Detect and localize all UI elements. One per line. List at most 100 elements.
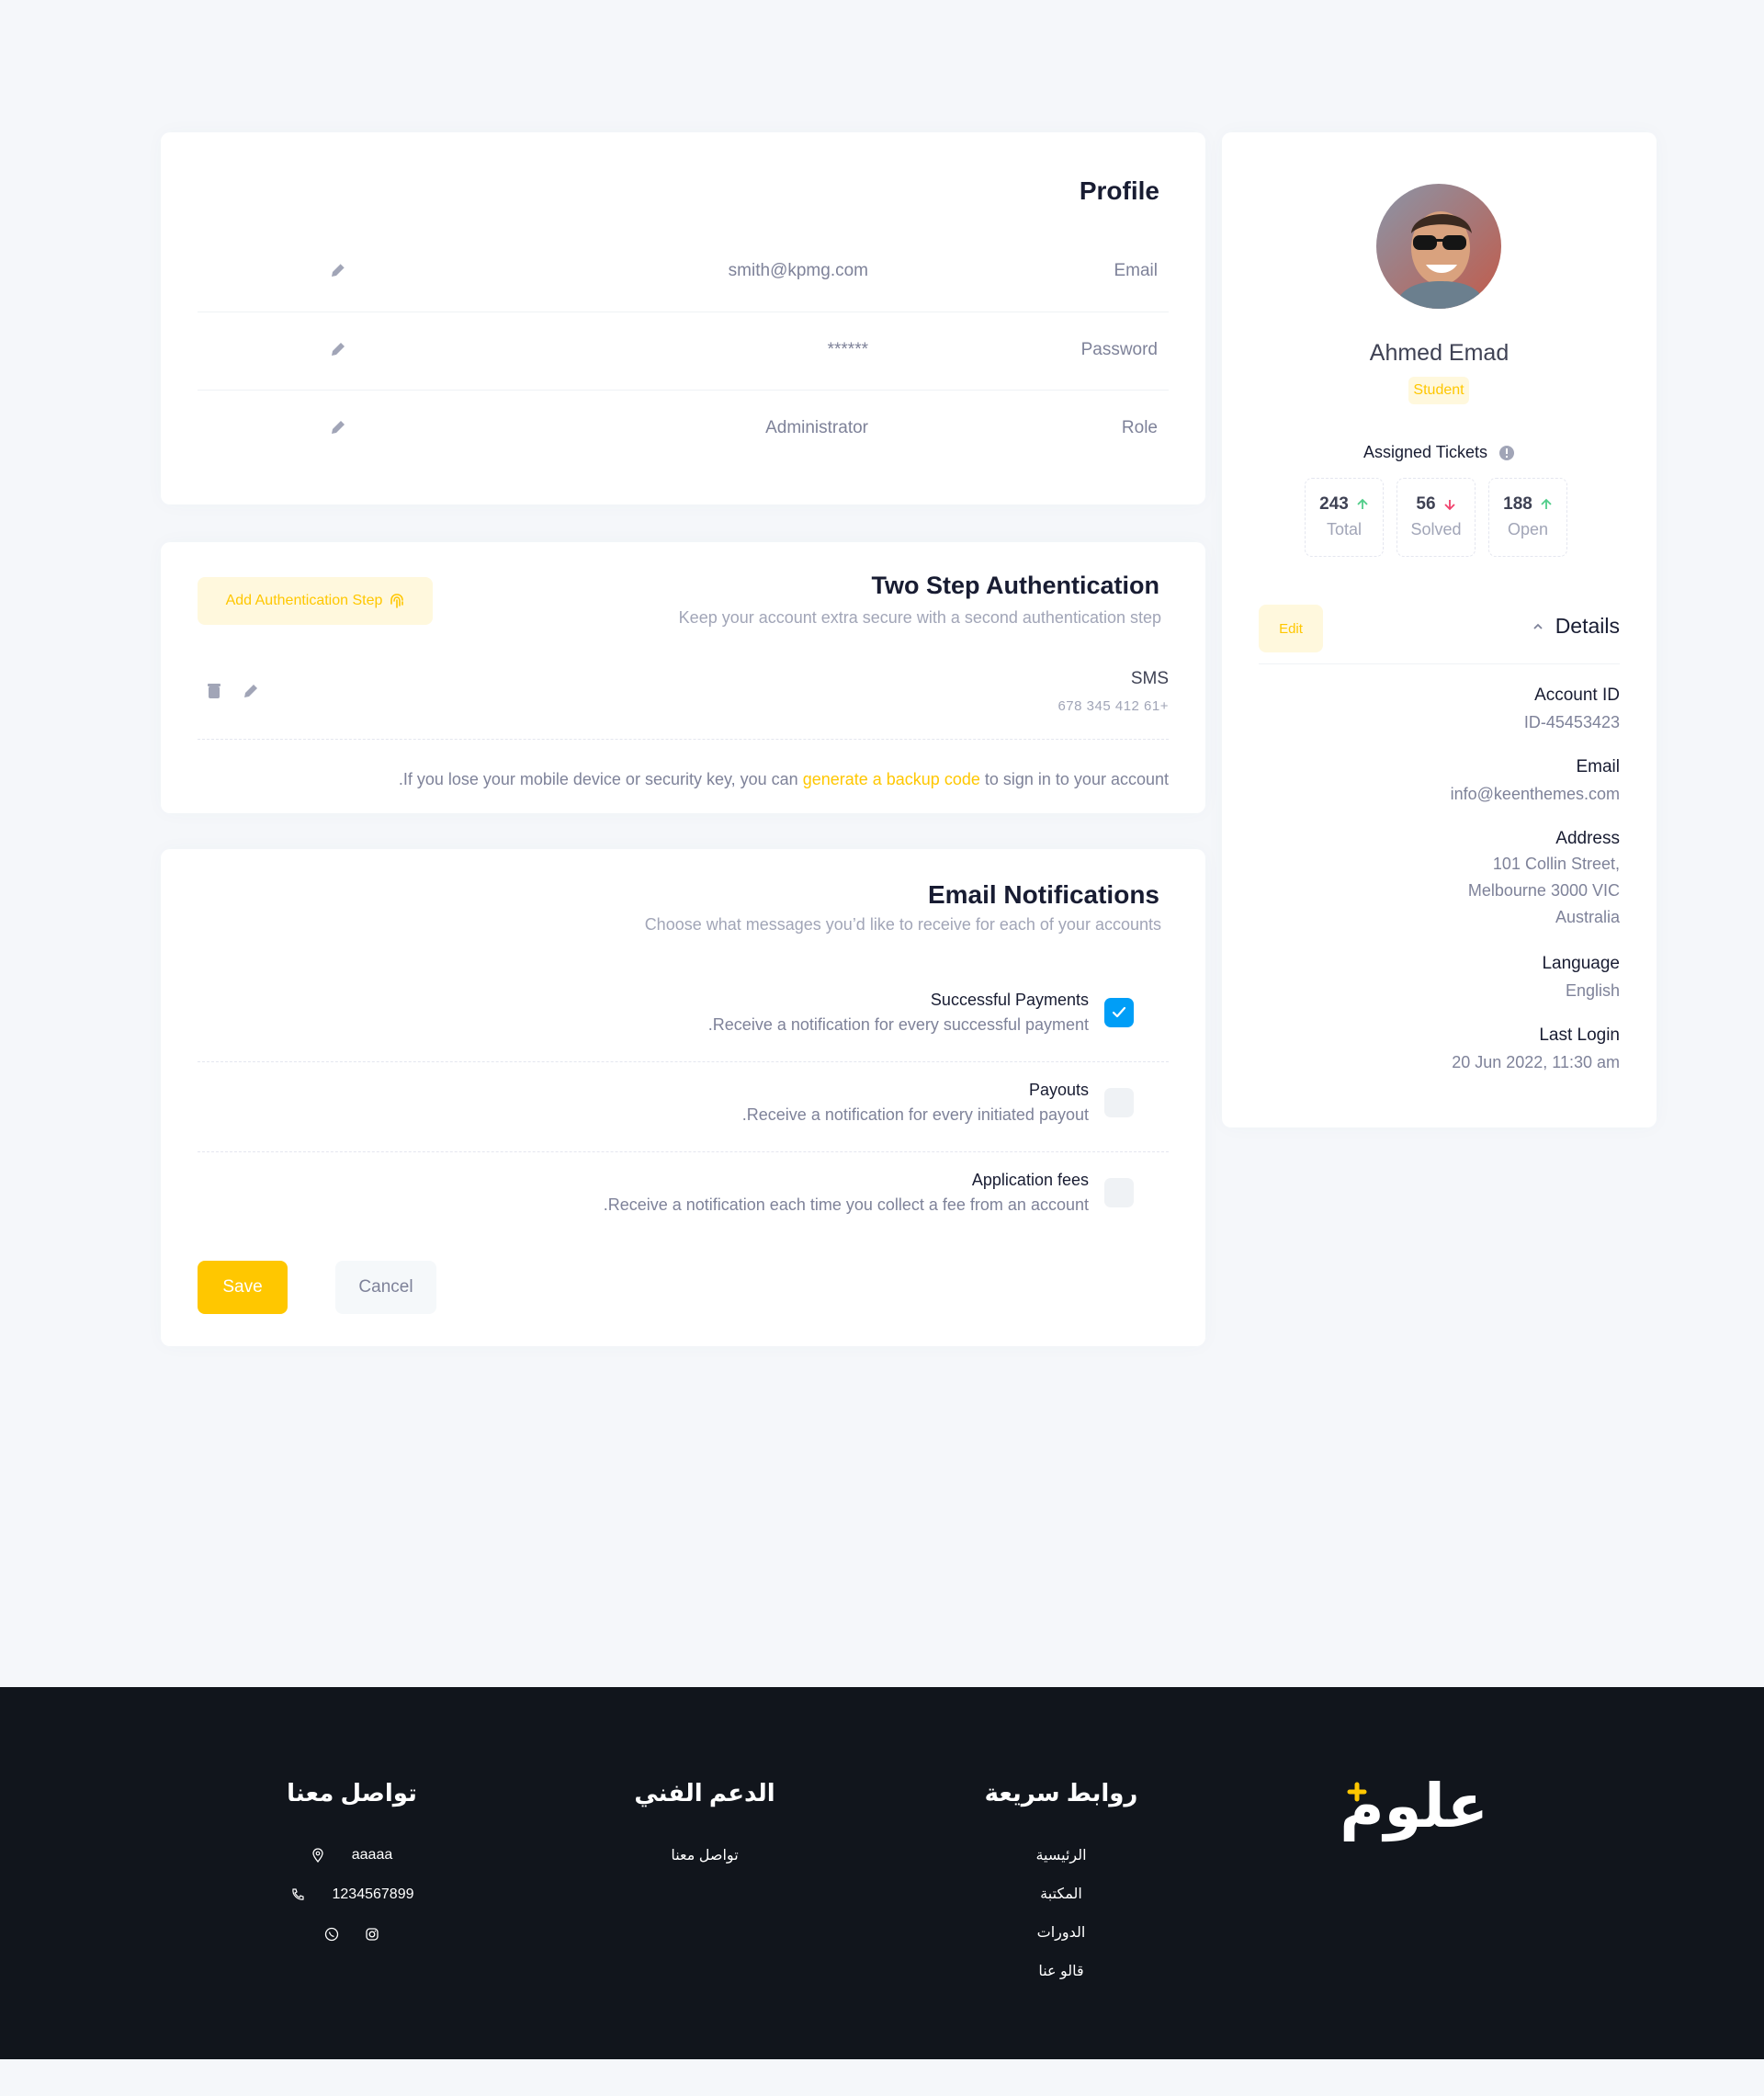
detail-language: Language English [1542,954,1620,1004]
footer-link-courses[interactable]: الدورات [974,1914,1148,1953]
profile-row-role: Role Administrator [198,390,1169,468]
contact-address-text: aaaaa [351,1847,393,1863]
stat-solved-label: Solved [1410,520,1462,538]
check-icon [1112,1006,1126,1018]
avatar [1376,184,1501,309]
profile-password-value: ****** [827,340,868,359]
profile-role-value: Administrator [765,418,868,437]
contact-phone-text: 1234567899 [332,1886,414,1902]
detail-account-id: Account ID ID-45453423 [1524,685,1620,736]
backup-code-note: .If you lose your mobile device or secur… [399,770,1169,789]
address-line: Melbourne 3000 VIC [1467,881,1620,900]
footer-link-testimonials[interactable]: قالو عنا [974,1953,1148,1991]
sms-phone: 678 345 412 61+ [1057,698,1169,714]
profile-row-password: Password ****** [198,312,1169,390]
arrow-up-icon [1541,498,1552,509]
stat-total: 243 Total [1305,478,1384,557]
detail-label: Address [1555,829,1620,848]
role-badge: Student [1408,377,1469,404]
ticket-stats: 243 Total 56 Solved 188 Open [1305,478,1567,557]
phone-icon [291,1887,304,1900]
stat-total-label: Total [1326,520,1363,538]
pencil-icon[interactable] [329,261,347,279]
site-logo[interactable]: علوم [1337,1770,1488,1845]
detail-value: info@keenthemes.com [1450,785,1620,803]
successful-payments-checkbox[interactable] [1104,998,1134,1027]
instagram-icon[interactable] [365,1927,379,1942]
generate-backup-code-link[interactable]: generate a backup code [803,770,980,788]
user-name: Ahmed Emad [1369,340,1510,366]
detail-value: ID-45453423 [1523,713,1620,731]
stat-open: 188 Open [1488,478,1567,557]
add-authentication-step-label: Add Authentication Step [225,593,383,608]
profile-email-value: smith@kpmg.com [728,261,868,280]
stat-total-value: 243 [1319,494,1349,514]
notification-title: Payouts [1028,1081,1089,1099]
detail-value: 101 Collin Street, Melbourne 3000 VIC Au… [1468,851,1620,931]
notification-payouts: Payouts .Receive a notification for ever… [198,1062,1169,1152]
notification-desc: .Receive a notification for every initia… [741,1105,1089,1124]
footer-link-library[interactable]: المكتبة [974,1875,1148,1914]
save-button[interactable]: Save [198,1261,288,1314]
details-label: Details [1555,614,1620,638]
email-notifications-card: Email Notifications Choose what messages… [161,849,1205,1346]
detail-label: Last Login [1539,1025,1620,1045]
two-step-card: Two Step Authentication Keep your accoun… [161,542,1205,813]
stat-open-label: Open [1507,520,1549,538]
payouts-checkbox[interactable] [1104,1088,1134,1117]
detail-email: Email info@keenthemes.com [1451,757,1620,808]
profile-email-label: Email [1114,261,1158,280]
detail-address: Address 101 Collin Street, Melbourne 300… [1468,829,1620,931]
notification-title: Application fees [971,1171,1089,1189]
edit-button[interactable]: Edit [1259,605,1323,652]
user-summary-card: Ahmed Emad Student Assigned Tickets 243 … [1222,132,1657,1127]
profile-title: Profile [1079,176,1159,205]
profile-password-label: Password [1080,340,1158,359]
profile-role-label: Role [1121,418,1158,437]
contact-phone: 1234567899 [265,1875,439,1914]
support-title: الدعم الفني [634,1779,775,1807]
quick-links-title: روابط سريعة [984,1779,1138,1807]
pencil-icon[interactable] [329,340,347,358]
whatsapp-icon[interactable] [324,1927,339,1942]
detail-value: English [1565,981,1620,1000]
detail-value: 20 Jun 2022, 11:30 am [1452,1053,1620,1071]
pencil-icon[interactable] [242,682,260,700]
details-divider [1259,663,1620,664]
address-line: Australia [1555,908,1620,926]
notifications-title: Email Notifications [927,880,1159,909]
notifications-subtitle: Choose what messages you’d like to recei… [644,915,1161,934]
two-step-subtitle: Keep your account extra secure with a se… [678,608,1161,627]
profile-card: Profile Email smith@kpmg.com Password **… [161,132,1205,504]
stat-solved: 56 Solved [1396,478,1476,557]
cancel-button[interactable]: Cancel [335,1261,436,1314]
notification-title: Successful Payments [930,991,1089,1009]
arrow-up-icon [1357,498,1368,509]
social-icons [265,1914,439,1954]
profile-row-email: Email smith@kpmg.com [198,233,1169,312]
detail-label: Account ID [1534,685,1620,705]
address-line: 101 Collin Street, [1492,855,1620,873]
details-toggle[interactable]: Details [1532,614,1620,639]
quick-links-column: روابط سريعة الرئيسية المكتبة الدورات قال… [974,1779,1148,1991]
footer-link-home[interactable]: الرئيسية [974,1837,1148,1875]
stat-open-value: 188 [1503,494,1532,514]
pencil-icon[interactable] [329,418,347,436]
notification-desc: .Receive a notification for every succes… [707,1015,1089,1034]
trash-icon[interactable] [205,682,223,700]
backup-note-before: .If you lose your mobile device or secur… [398,770,798,788]
svg-text:علوم: علوم [1340,1771,1488,1842]
sms-actions [205,682,260,700]
detail-label: Email [1576,757,1620,776]
chevron-up-icon [1533,623,1543,629]
notification-desc: .Receive a notification each time you co… [603,1195,1089,1214]
application-fees-checkbox[interactable] [1104,1178,1134,1207]
assigned-tickets-heading: Assigned Tickets [1222,443,1657,462]
arrow-down-icon [1443,500,1455,511]
fingerprint-icon [390,594,404,608]
footer-link-contact[interactable]: تواصل معنا [617,1837,792,1875]
contact-column: تواصل معنا aaaaa 1234567899 [265,1779,439,1954]
location-pin-icon [312,1847,323,1863]
notification-application-fees: Application fees .Receive a notification… [198,1152,1169,1242]
add-authentication-step-button[interactable]: Add Authentication Step [198,577,433,625]
